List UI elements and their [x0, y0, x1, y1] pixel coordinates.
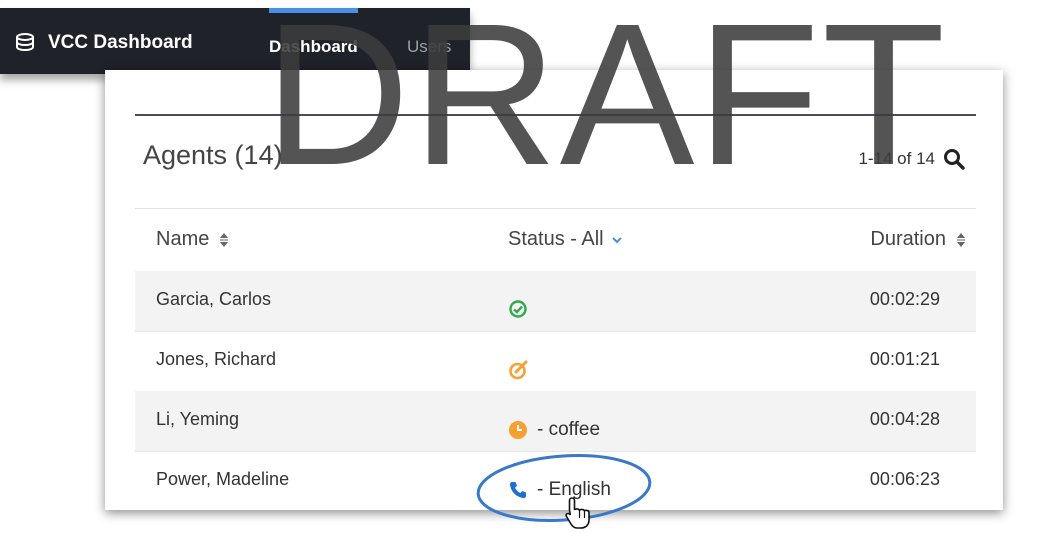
agent-status-text: - coffee	[537, 419, 601, 440]
app-title: VCC Dashboard	[48, 32, 193, 53]
column-duration-header[interactable]: Duration	[870, 228, 966, 251]
agent-duration: 00:04:28	[869, 409, 940, 429]
agent-name: Jones, Richard	[156, 349, 277, 369]
column-duration-label: Duration	[870, 228, 946, 250]
table-row[interactable]: Garcia, Carlos 00:02:29	[135, 271, 976, 332]
search-icon[interactable]	[943, 148, 965, 170]
sort-icon[interactable]	[956, 232, 966, 248]
agent-duration: 00:01:21	[869, 349, 940, 369]
column-status-header[interactable]: Status - All	[508, 228, 623, 251]
agent-duration: 00:06:23	[869, 469, 940, 489]
database-icon	[16, 33, 34, 52]
app-brand[interactable]: VCC Dashboard	[14, 32, 193, 54]
sort-icon[interactable]	[219, 232, 229, 248]
tab-dashboard[interactable]: Dashboard	[269, 8, 358, 57]
tab-dashboard-label: Dashboard	[269, 37, 358, 56]
agent-name: Power, Madeline	[156, 469, 290, 489]
table-row[interactable]: Jones, Richard 00:01:21	[135, 331, 976, 392]
agents-panel: Agents (14) 1-14 of 14 Name Status - All…	[105, 70, 1003, 510]
agent-name: Garcia, Carlos	[156, 289, 272, 309]
chevron-down-icon[interactable]	[611, 235, 623, 245]
agent-name: Li, Yeming	[156, 409, 240, 429]
table-header: Name Status - All Duration	[135, 208, 976, 272]
agent-status	[508, 359, 539, 381]
column-name-label: Name	[156, 228, 210, 250]
panel-title: Agents (14)	[143, 140, 283, 170]
not-ready-clock-icon	[509, 421, 527, 439]
agent-status: - coffee	[508, 419, 600, 441]
column-status-label: Status - All	[508, 228, 604, 250]
pager-text: 1-14 of 14	[858, 149, 935, 168]
panel-divider	[135, 114, 976, 116]
agent-status	[508, 299, 537, 319]
ready-check-icon	[509, 300, 527, 318]
table-row[interactable]: Li, Yeming - coffee 00:04:28	[135, 391, 976, 452]
tab-users[interactable]: Users	[407, 37, 451, 57]
tab-users-label: Users	[407, 37, 452, 56]
agent-duration: 00:02:29	[869, 289, 940, 309]
pagination: 1-14 of 14	[858, 148, 965, 170]
hand-cursor-icon	[565, 497, 590, 529]
column-name-header[interactable]: Name	[156, 228, 229, 251]
after-call-work-icon	[509, 360, 528, 380]
top-nav-bar: VCC Dashboard Dashboard Users	[0, 8, 470, 74]
